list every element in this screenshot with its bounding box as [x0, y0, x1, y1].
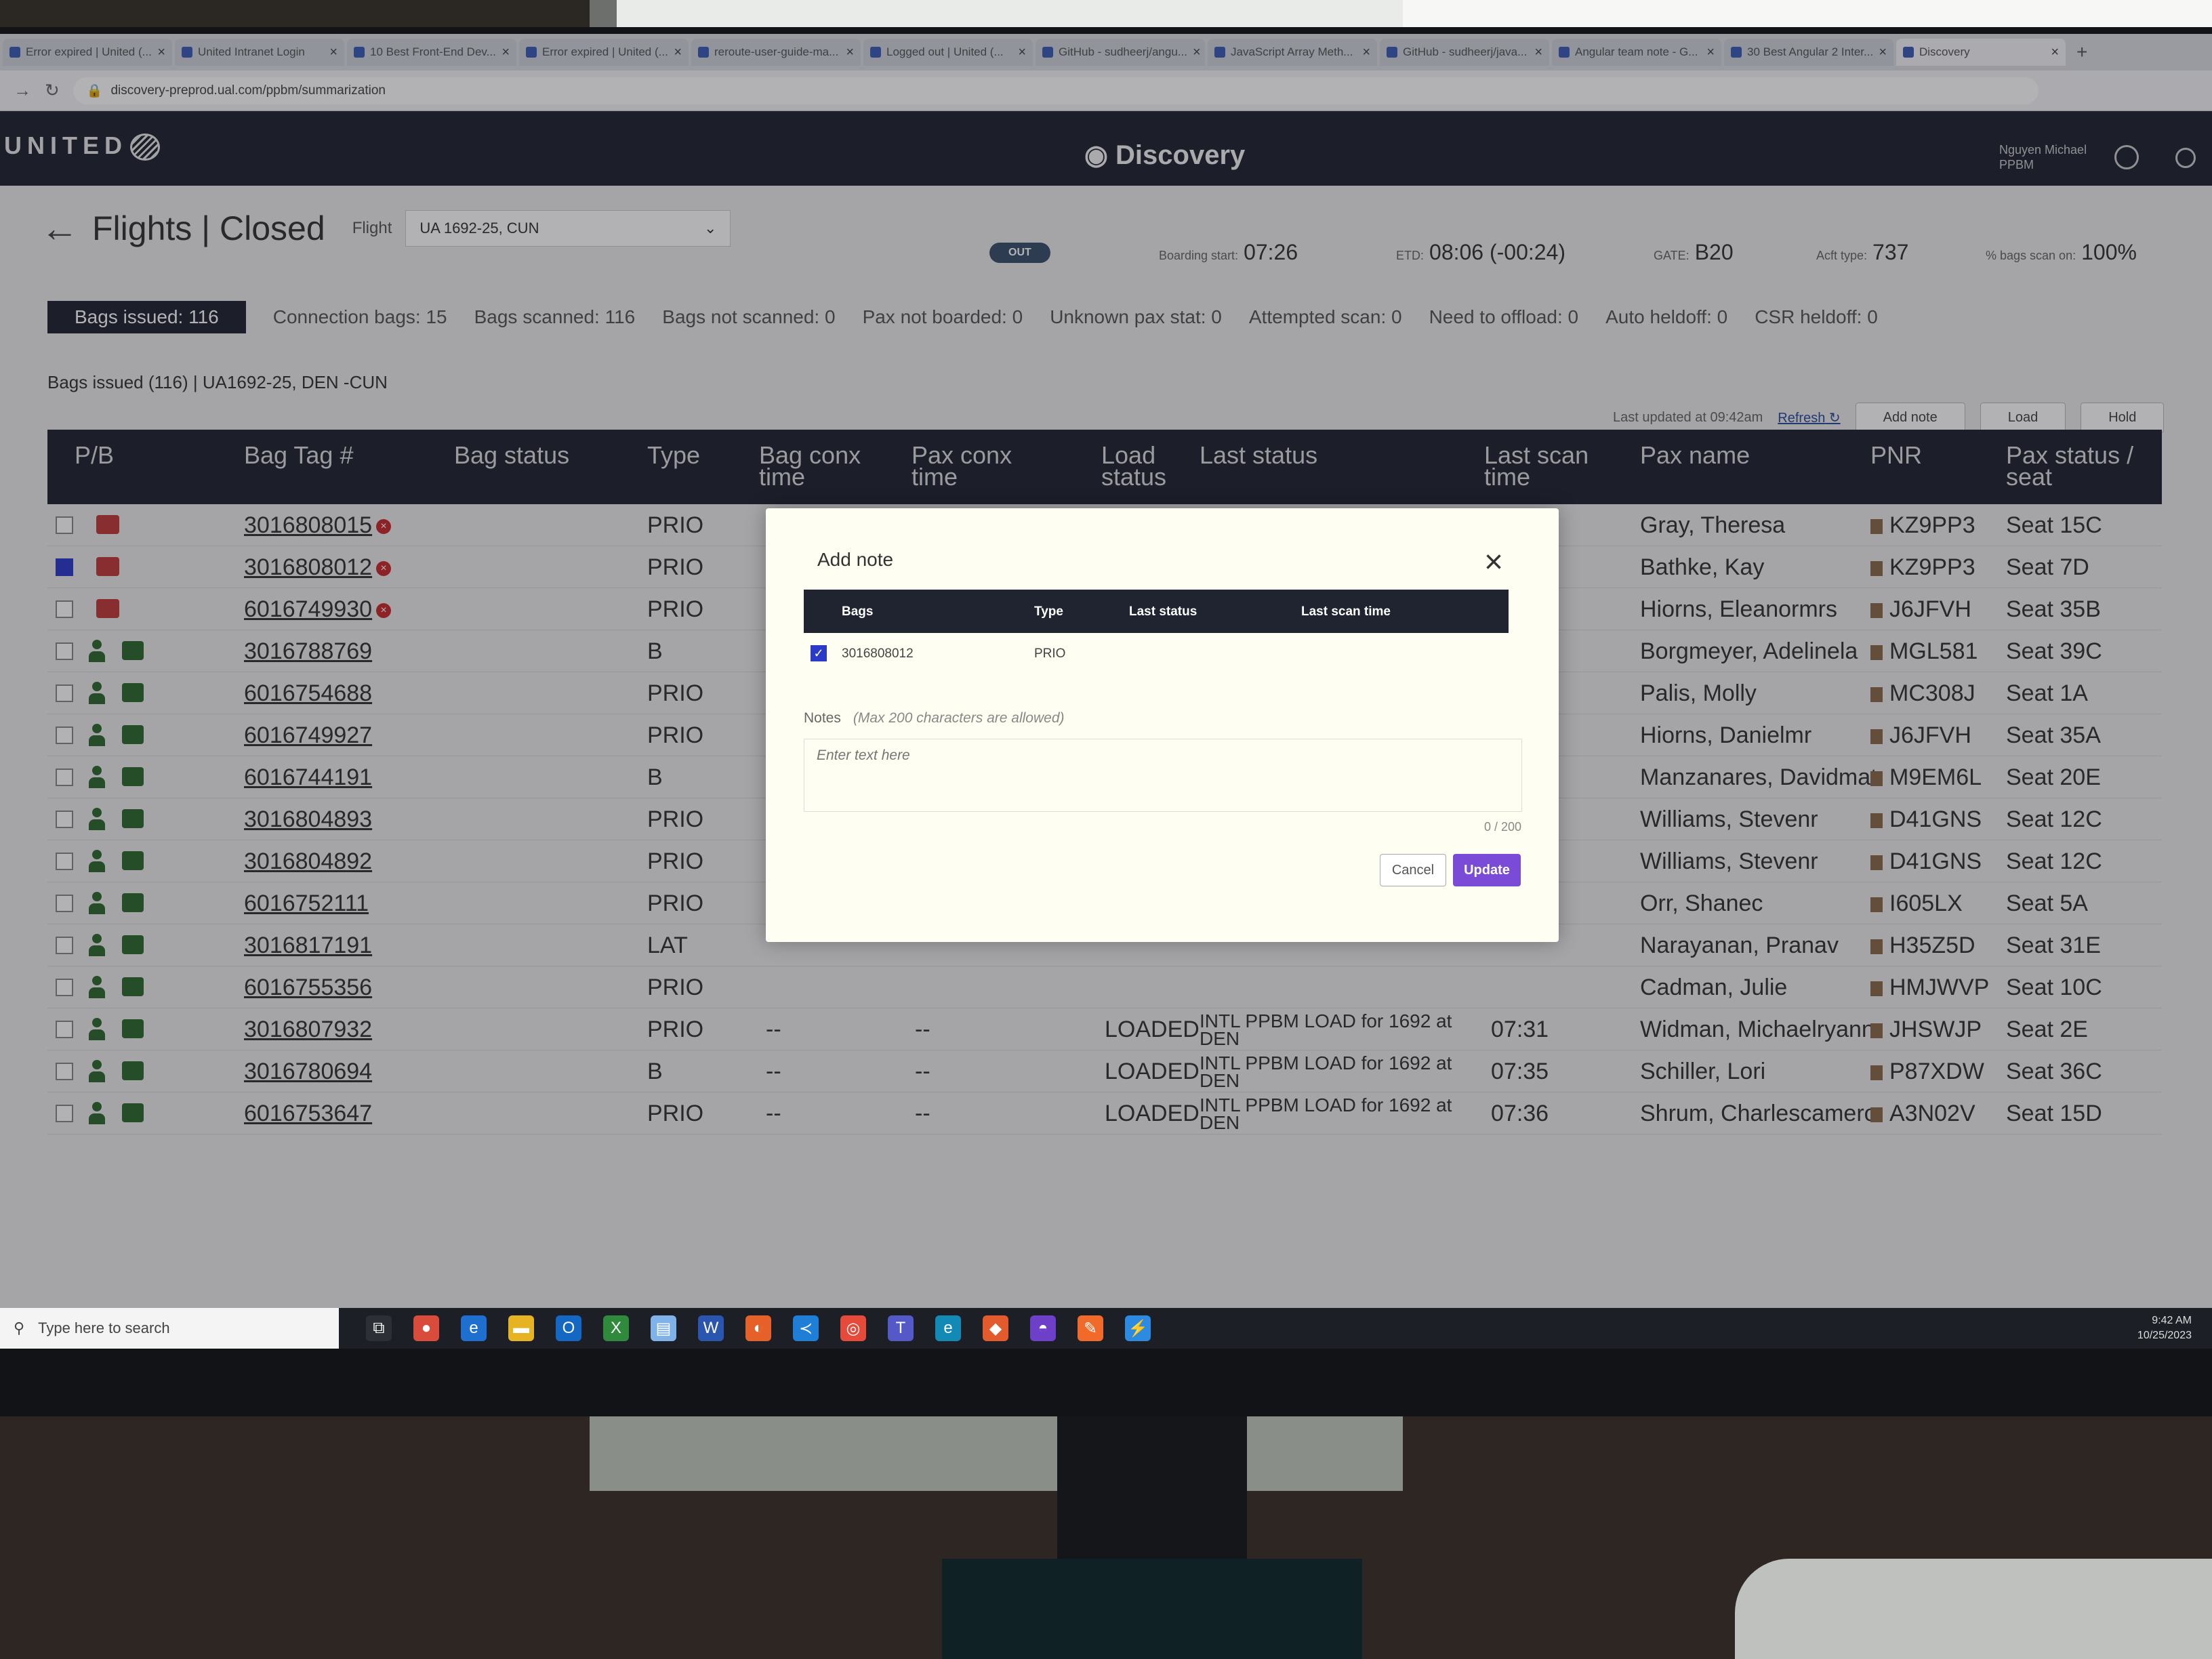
search-icon: ⚲	[14, 1319, 25, 1336]
add-note-modal: Add note × Bags Type Last status Last sc…	[766, 508, 1559, 942]
discovery-app-icon[interactable]: ⚡	[1125, 1315, 1151, 1341]
windows-taskbar: ⚲ Type here to search ⧉ ● e ▬ O X ▤ W ◐ ≺…	[0, 1308, 2212, 1349]
app-icon[interactable]: ●	[413, 1315, 439, 1341]
taskbar-search[interactable]: ⚲ Type here to search	[0, 1308, 339, 1349]
modal-col-bags: Bags	[842, 605, 874, 619]
git-icon[interactable]: ◆	[983, 1315, 1008, 1341]
modal-title: Add note	[817, 549, 894, 570]
monitor-stand-base	[942, 1559, 1362, 1659]
outlook-icon[interactable]: O	[556, 1315, 581, 1341]
notes-textarea[interactable]	[804, 739, 1522, 812]
modal-bags-table: Bags Type Last status Last scan time ✓ 3…	[804, 590, 1509, 674]
close-icon[interactable]: ×	[1484, 546, 1503, 579]
row-checkbox[interactable]: ✓	[811, 645, 827, 661]
modal-col-type: Type	[1034, 605, 1063, 619]
modal-row-type: PRIO	[1034, 647, 1066, 661]
modal-col-last-status: Last status	[1129, 605, 1197, 619]
plastic-bag	[1735, 1559, 2212, 1659]
cancel-button[interactable]: Cancel	[1380, 854, 1446, 886]
chrome-icon[interactable]: ◎	[840, 1315, 866, 1341]
screen: Error expired | United (... × United Intr…	[0, 34, 2212, 1349]
excel-icon[interactable]: X	[603, 1315, 629, 1341]
taskbar-icons: ⧉ ● e ▬ O X ▤ W ◐ ≺ ◎ T e ◆ ◓ ✎ ⚡	[366, 1315, 1151, 1341]
modal-table-header: Bags Type Last status Last scan time	[804, 590, 1509, 633]
vscode-icon[interactable]: ≺	[793, 1315, 819, 1341]
notes-hint: (Max 200 characters are allowed)	[853, 710, 1065, 726]
edge-icon[interactable]: e	[935, 1315, 961, 1341]
notes-label: Notes (Max 200 characters are allowed)	[804, 710, 1065, 726]
teams-icon[interactable]: T	[888, 1315, 914, 1341]
notepad-icon[interactable]: ▤	[651, 1315, 676, 1341]
firefox-icon[interactable]: ◐	[745, 1315, 771, 1341]
modal-col-last-scan: Last scan time	[1301, 605, 1391, 619]
postman-icon[interactable]: ✎	[1078, 1315, 1103, 1341]
edge-legacy-icon[interactable]: e	[461, 1315, 487, 1341]
modal-table-row: ✓ 3016808012 PRIO	[804, 633, 1509, 674]
char-counter: 0 / 200	[1484, 820, 1522, 834]
file-explorer-icon[interactable]: ▬	[508, 1315, 534, 1341]
word-icon[interactable]: W	[698, 1315, 724, 1341]
system-tray-clock[interactable]: 9:42 AM 10/25/2023	[2137, 1313, 2192, 1343]
github-desktop-icon[interactable]: ◓	[1030, 1315, 1056, 1341]
task-view-icon[interactable]: ⧉	[366, 1315, 392, 1341]
modal-row-tag: 3016808012	[842, 647, 914, 661]
update-button[interactable]: Update	[1453, 854, 1521, 886]
